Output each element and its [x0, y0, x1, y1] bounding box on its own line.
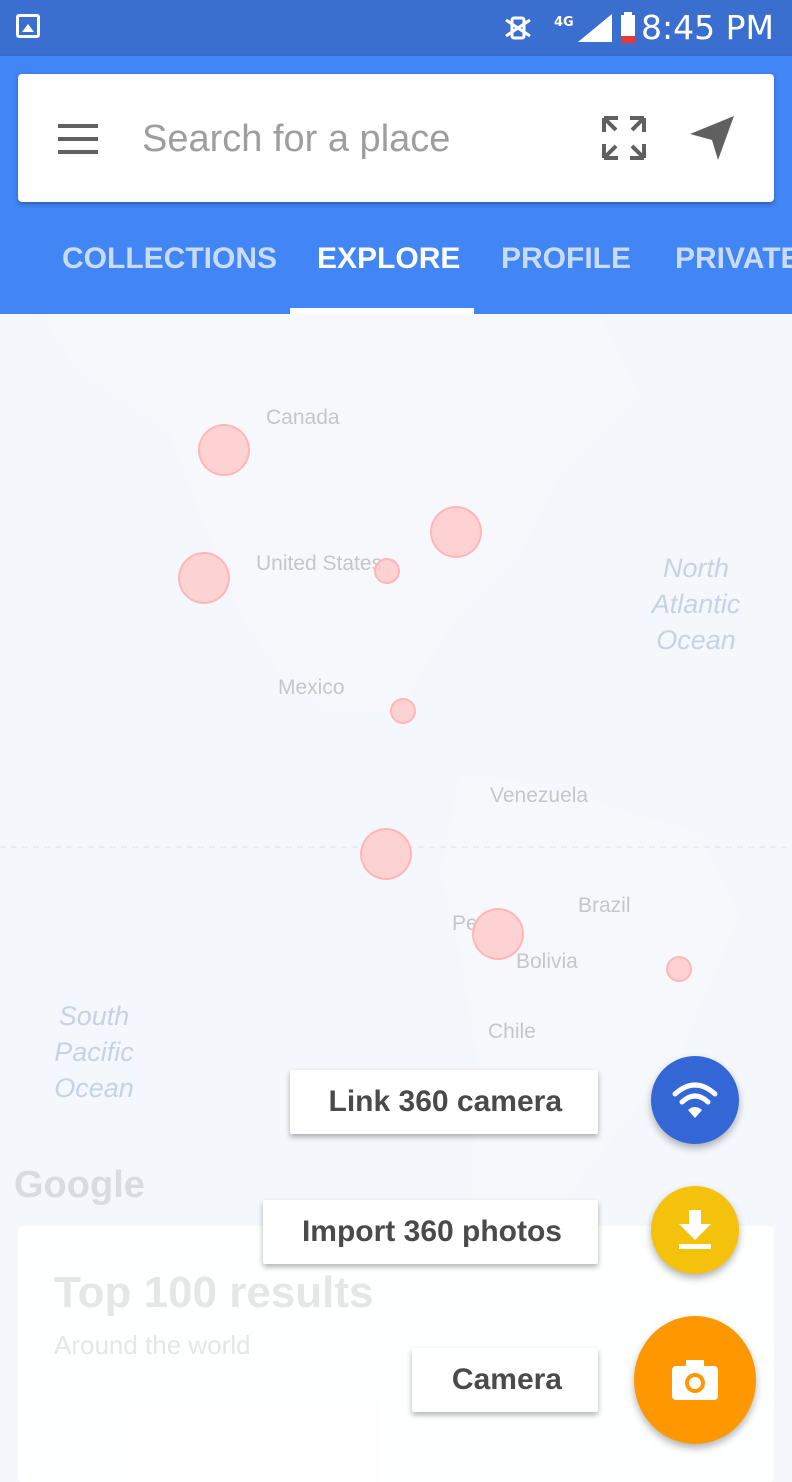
map-label-chile: Chile	[488, 1020, 536, 1043]
download-icon	[679, 1210, 711, 1249]
card-title: Top 100 results	[54, 1268, 374, 1317]
tab-private[interactable]: PRIVATE	[675, 242, 792, 276]
photo-cluster-marker[interactable]	[472, 908, 524, 960]
map-label-south-pacific: South Pacific Ocean	[54, 1001, 134, 1103]
link-360-camera-label[interactable]: Link 360 camera	[290, 1070, 598, 1134]
photo-cluster-marker[interactable]	[178, 552, 230, 604]
import-360-photos-button[interactable]	[651, 1186, 739, 1274]
camera-label[interactable]: Camera	[412, 1348, 598, 1412]
mute-vibrate-icon	[505, 16, 531, 40]
status-bar: 4G 8:45 PM	[0, 0, 792, 56]
map-label-united-states: United States	[256, 552, 383, 575]
image-notification-icon	[16, 14, 40, 38]
photo-cluster-marker[interactable]	[390, 698, 416, 724]
map-label-north-atlantic: North Atlantic Ocean	[651, 553, 741, 655]
import-360-photos-label[interactable]: Import 360 photos	[263, 1200, 598, 1264]
photo-cluster-marker[interactable]	[666, 956, 692, 982]
search-box[interactable]: Search for a place	[18, 74, 774, 202]
world-map[interactable]: Canada United States Mexico Venezuela Br…	[0, 314, 792, 1482]
photo-cluster-marker[interactable]	[430, 506, 482, 558]
map-label-brazil: Brazil	[578, 894, 631, 917]
search-input[interactable]: Search for a place	[142, 118, 450, 161]
map-label-mexico: Mexico	[278, 676, 345, 699]
tab-explore[interactable]: EXPLORE	[317, 242, 460, 276]
signal-4g-icon: 4G	[554, 14, 612, 42]
google-logo: Google	[14, 1164, 145, 1206]
camera-button[interactable]	[634, 1316, 756, 1444]
my-location-arrow-icon[interactable]	[688, 114, 736, 162]
card-subtitle: Around the world	[54, 1330, 251, 1360]
status-time: 8:45 PM	[641, 8, 774, 47]
app-bar: Search for a place COLLECTIONS EXPLORE P…	[0, 56, 792, 314]
camera-icon	[672, 1360, 718, 1400]
map-label-bolivia: Bolivia	[516, 950, 578, 973]
wifi-icon	[672, 1082, 718, 1118]
link-360-camera-button[interactable]	[651, 1056, 739, 1144]
svg-text:4G: 4G	[554, 15, 574, 30]
map-label-canada: Canada	[266, 406, 340, 429]
menu-icon[interactable]	[58, 124, 98, 154]
battery-icon	[621, 12, 635, 43]
tab-bar: COLLECTIONS EXPLORE PROFILE PRIVATE	[0, 226, 792, 314]
tab-profile[interactable]: PROFILE	[501, 242, 631, 276]
map-label-venezuela: Venezuela	[490, 784, 589, 807]
tab-collections[interactable]: COLLECTIONS	[62, 242, 277, 276]
photo-cluster-marker[interactable]	[198, 424, 250, 476]
fullscreen-icon[interactable]	[600, 114, 648, 162]
photo-cluster-marker[interactable]	[374, 558, 400, 584]
photo-cluster-marker[interactable]	[360, 828, 412, 880]
